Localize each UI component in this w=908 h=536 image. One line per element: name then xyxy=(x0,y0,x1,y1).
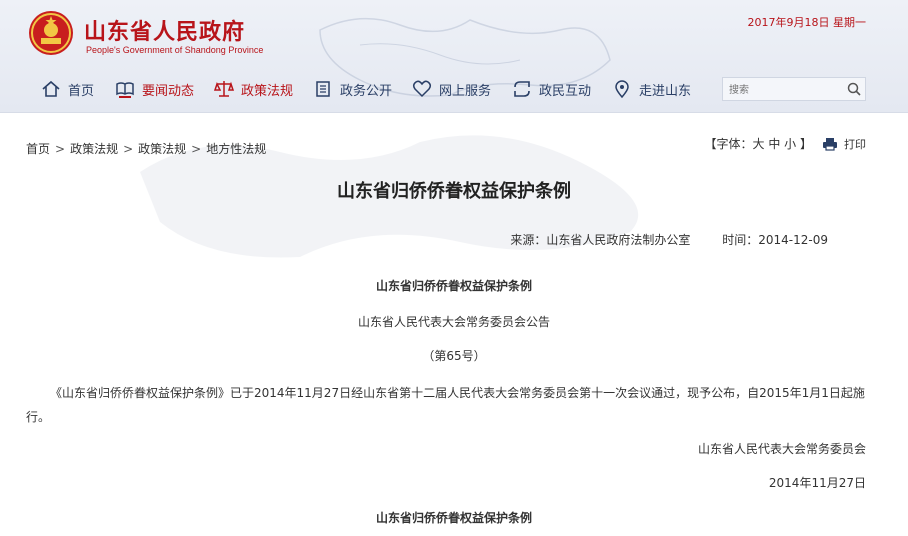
article-paragraph: 《山东省归侨侨眷权益保护条例》已于2014年11月27日经山东省第十二届人民代表… xyxy=(26,386,865,424)
book-icon xyxy=(116,82,134,98)
font-size-selector[interactable]: 【字体：大 中 小 】 xyxy=(705,135,812,152)
nav-label: 网上服务 xyxy=(439,83,492,99)
search-box xyxy=(722,77,866,101)
map-pin-icon xyxy=(615,80,629,99)
breadcrumb: 首页 > 政策法规 > 政策法规 > 地方性法规 xyxy=(26,142,267,156)
interact-icon xyxy=(514,81,530,97)
nav-item-interaction[interactable]: 政民互动 xyxy=(512,77,591,101)
building-icon xyxy=(316,81,330,97)
article-heading-2: 山东省归侨侨眷权益保护条例 xyxy=(375,511,532,525)
article-source: 来源：山东省人民政府法制办公室 xyxy=(510,233,691,247)
scales-icon xyxy=(214,81,234,97)
article-tools: 【字体：大 中 小 】 打印 xyxy=(705,135,866,152)
article-title: 山东省归侨侨眷权益保护条例 xyxy=(337,181,571,202)
heart-icon xyxy=(412,80,432,98)
breadcrumb-home[interactable]: 首页 xyxy=(26,142,50,156)
printer-icon xyxy=(823,137,837,151)
site-title[interactable]: 山东省人民政府 xyxy=(84,14,245,46)
nav-label: 政务公开 xyxy=(340,83,393,99)
nav-item-about-shandong[interactable]: 走进山东 xyxy=(612,77,691,101)
current-date: 2017年9月18日 星期一 xyxy=(747,16,867,29)
nav-label: 政民互动 xyxy=(539,83,592,99)
nav-item-policy[interactable]: 政策法规 xyxy=(214,77,293,101)
nav-label: 走进山东 xyxy=(639,83,692,99)
nav-item-news[interactable]: 要闻动态 xyxy=(115,77,194,101)
national-emblem-logo xyxy=(29,11,73,55)
breadcrumb-policy-sub[interactable]: 政策法规 xyxy=(138,142,186,156)
print-button[interactable]: 打印 xyxy=(822,136,866,152)
nav-label: 要闻动态 xyxy=(142,83,195,99)
nav-item-home[interactable]: 首页 xyxy=(41,77,94,101)
breadcrumb-policy[interactable]: 政策法规 xyxy=(70,142,118,156)
site-subtitle: People's Government of Shandong Province xyxy=(86,45,264,55)
nav-item-gov-affairs[interactable]: 政务公开 xyxy=(313,77,392,101)
announcement-issuer: 山东省人民代表大会常务委员会公告 xyxy=(357,315,550,329)
nav-label: 政策法规 xyxy=(241,83,294,99)
announcement-number: （第65号） xyxy=(422,349,486,363)
site-header: 山东省人民政府 People's Government of Shandong … xyxy=(0,0,908,113)
home-icon xyxy=(42,80,60,97)
breadcrumb-local-regulations[interactable]: 地方性法规 xyxy=(206,142,266,156)
search-input[interactable] xyxy=(727,81,841,99)
article-time: 时间：2014-12-09 xyxy=(722,233,828,247)
search-icon[interactable] xyxy=(847,82,861,96)
nav-item-online-service[interactable]: 网上服务 xyxy=(412,77,491,101)
nav-label: 首页 xyxy=(68,83,95,99)
signature-date: 2014年11月27日 xyxy=(768,476,866,490)
signature: 山东省人民代表大会常务委员会 xyxy=(697,442,866,456)
print-label: 打印 xyxy=(844,137,866,151)
article-meta: 来源：山东省人民政府法制办公室 时间：2014-12-09 xyxy=(510,231,828,248)
article-heading: 山东省归侨侨眷权益保护条例 xyxy=(375,279,532,293)
